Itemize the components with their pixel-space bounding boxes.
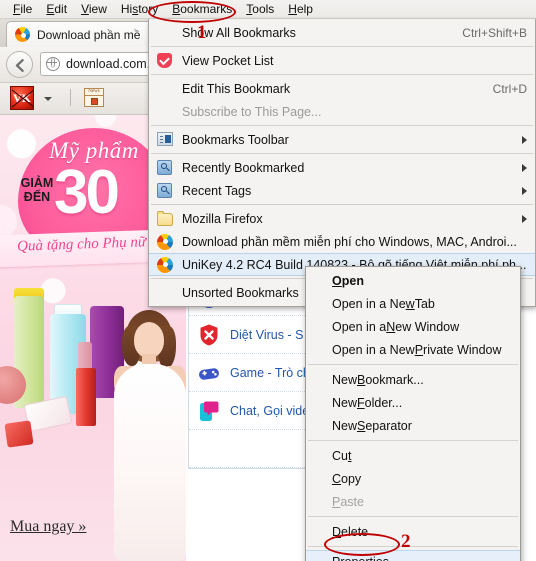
bookmarks-menu-accel-edit-bookmark: Ctrl+D	[492, 81, 527, 96]
context-menu-item-new-folder[interactable]: New Folder...	[306, 391, 520, 414]
submenu-arrow-icon	[522, 186, 527, 195]
menu-separator	[151, 46, 533, 47]
ad-discount-label-line2: ĐẾN	[23, 190, 51, 204]
tab-title: Download phần mề	[37, 27, 141, 42]
menu-separator	[151, 125, 533, 126]
menu-separator	[151, 153, 533, 154]
menubar-item-edit[interactable]: Edit	[39, 1, 74, 18]
submenu-arrow-icon	[522, 214, 527, 223]
menu-separator	[151, 74, 533, 75]
ad-cta-link[interactable]: Mua ngay »	[10, 518, 86, 536]
model-dress	[114, 364, 186, 561]
bookmarks-menu-label-recently-bookmarked: Recently Bookmarked	[182, 160, 305, 175]
back-arrow-icon	[15, 59, 24, 72]
context-menu-separator	[308, 364, 518, 365]
antivirus-shield-icon	[197, 323, 221, 347]
bookmarks-menu-label-bookmarks-toolbar: Bookmarks Toolbar	[182, 132, 289, 147]
pocket-icon	[157, 52, 173, 69]
chevron-down-icon[interactable]	[44, 97, 52, 101]
toolbar-separator	[70, 89, 71, 106]
bookmarks-menu-item-edit-bookmark[interactable]: Edit This Bookmark Ctrl+D	[149, 77, 535, 100]
bookmarks-toolbar-icon	[157, 131, 173, 148]
menubar-item-history[interactable]: History	[114, 1, 165, 18]
bookmarks-menu-item-pocket[interactable]: View Pocket List	[149, 49, 535, 72]
annotation-number-1: 1	[197, 22, 207, 43]
blank-icon	[157, 25, 173, 41]
category-item-label-2: Game - Trò ch	[230, 365, 310, 380]
ad-discount-value: 30	[54, 158, 120, 227]
bookmarks-menu-item-subscribe: Subscribe to This Page...	[149, 100, 535, 123]
bookmarks-menu-item-mozilla-firefox[interactable]: Mozilla Firefox	[149, 207, 535, 230]
submenu-arrow-icon	[522, 163, 527, 172]
context-menu-item-open-new-window[interactable]: Open in a New Window	[306, 315, 520, 338]
folder-icon	[157, 210, 173, 227]
globe-icon	[46, 57, 60, 71]
context-menu: Open Open in a Ne w Tab Open in a New Win…	[305, 266, 521, 561]
vk-addon-icon[interactable]: VK	[10, 86, 34, 110]
category-item-label-3: Chat, Gọi vide	[230, 403, 310, 418]
menubar-item-view[interactable]: View	[74, 1, 114, 18]
context-menu-separator	[308, 440, 518, 441]
context-menu-item-open-new-private-window[interactable]: Open in a New Private Window	[306, 338, 520, 361]
model-face	[134, 322, 164, 358]
firefox-icon	[157, 233, 173, 250]
bookmarks-menu-label-recent-tags: Recent Tags	[182, 183, 252, 198]
menubar-item-file[interactable]: FFileile	[6, 1, 39, 18]
bookmarks-menu-accel-show-all: Ctrl+Shift+B	[462, 25, 527, 40]
tag-icon	[157, 159, 173, 176]
blank-icon	[157, 104, 173, 120]
url-text: download.com.v	[66, 57, 157, 71]
bookmarks-menu-label-show-all: Show All Bookmarks	[182, 25, 296, 40]
ad-model-photo	[112, 310, 186, 561]
bookmarks-menu-label-mozilla-firefox: Mozilla Firefox	[182, 211, 263, 226]
gamepad-icon	[197, 361, 221, 385]
menubar-item-tools[interactable]: Tools	[239, 1, 281, 18]
bookmarks-menu-item-show-all[interactable]: Show All Bookmarks Ctrl+Shift+B	[149, 21, 535, 44]
annotation-number-2: 2	[401, 531, 411, 552]
context-menu-item-delete[interactable]: Delete	[306, 520, 520, 543]
bookmarks-menu-label-subscribe: Subscribe to This Page...	[182, 104, 322, 119]
bookmarks-menu-item-download-phan-mem[interactable]: Download phần mềm miễn phí cho Windows, …	[149, 230, 535, 253]
context-menu-item-paste: Paste	[332, 494, 364, 509]
context-menu-item-cut[interactable]: Cu t	[306, 444, 520, 467]
context-menu-item-open-new-tab[interactable]: Open in a Ne w Tab	[306, 292, 520, 315]
context-menu-item-open[interactable]: Open	[306, 269, 520, 292]
context-menu-separator	[308, 546, 518, 547]
bookmarks-menu-label-edit-bookmark: Edit This Bookmark	[182, 81, 291, 96]
chat-icon	[197, 399, 221, 423]
bookmarks-menu-item-bookmarks-toolbar[interactable]: Bookmarks Toolbar	[149, 128, 535, 151]
firefox-icon	[157, 256, 173, 273]
ad-discount-label-line1: GIẢM	[20, 176, 54, 190]
product-lipstick	[76, 368, 96, 426]
tag-icon	[157, 182, 173, 199]
menu-separator	[151, 204, 533, 205]
menu-bar: FFileile Edit View History Bookmarks Too…	[0, 0, 536, 19]
context-menu-item-new-bookmark[interactable]: New Bookmark...	[306, 368, 520, 391]
submenu-arrow-icon	[522, 135, 527, 144]
bookmarks-menu-item-recent-tags[interactable]: Recent Tags	[149, 179, 535, 202]
category-item-label-1: Diệt Virus - S	[230, 327, 304, 342]
bookmarks-menu-label-download-phan-mem: Download phần mềm miễn phí cho Windows, …	[182, 234, 517, 249]
news-icon-body	[90, 98, 98, 105]
back-button[interactable]	[6, 51, 33, 78]
context-menu-item-new-separator[interactable]: New Separator	[306, 414, 520, 437]
bookmarks-menu: Show All Bookmarks Ctrl+Shift+B View Poc…	[148, 19, 536, 307]
bookmarks-menu-item-recently-bookmarked[interactable]: Recently Bookmarked	[149, 156, 535, 179]
context-menu-item-copy[interactable]: Copy	[306, 467, 520, 490]
context-menu-item-properties[interactable]: Properties	[306, 550, 520, 561]
blank-icon	[157, 81, 173, 97]
product-red-cube	[4, 420, 34, 448]
firefox-icon	[15, 27, 30, 42]
blank-icon	[157, 285, 173, 301]
context-menu-separator	[308, 516, 518, 517]
news-bookmark-icon[interactable]: News	[84, 88, 104, 107]
screenshot-root: Mỹ phẩm GIẢM ĐẾN 30 % Quà tặng cho Phụ n…	[0, 0, 536, 561]
bookmarks-menu-label-pocket: View Pocket List	[182, 53, 274, 68]
news-icon-header: News	[85, 89, 103, 96]
menubar-item-bookmarks[interactable]: Bookmarks	[165, 1, 239, 18]
menubar-item-help[interactable]: Help	[281, 1, 320, 18]
